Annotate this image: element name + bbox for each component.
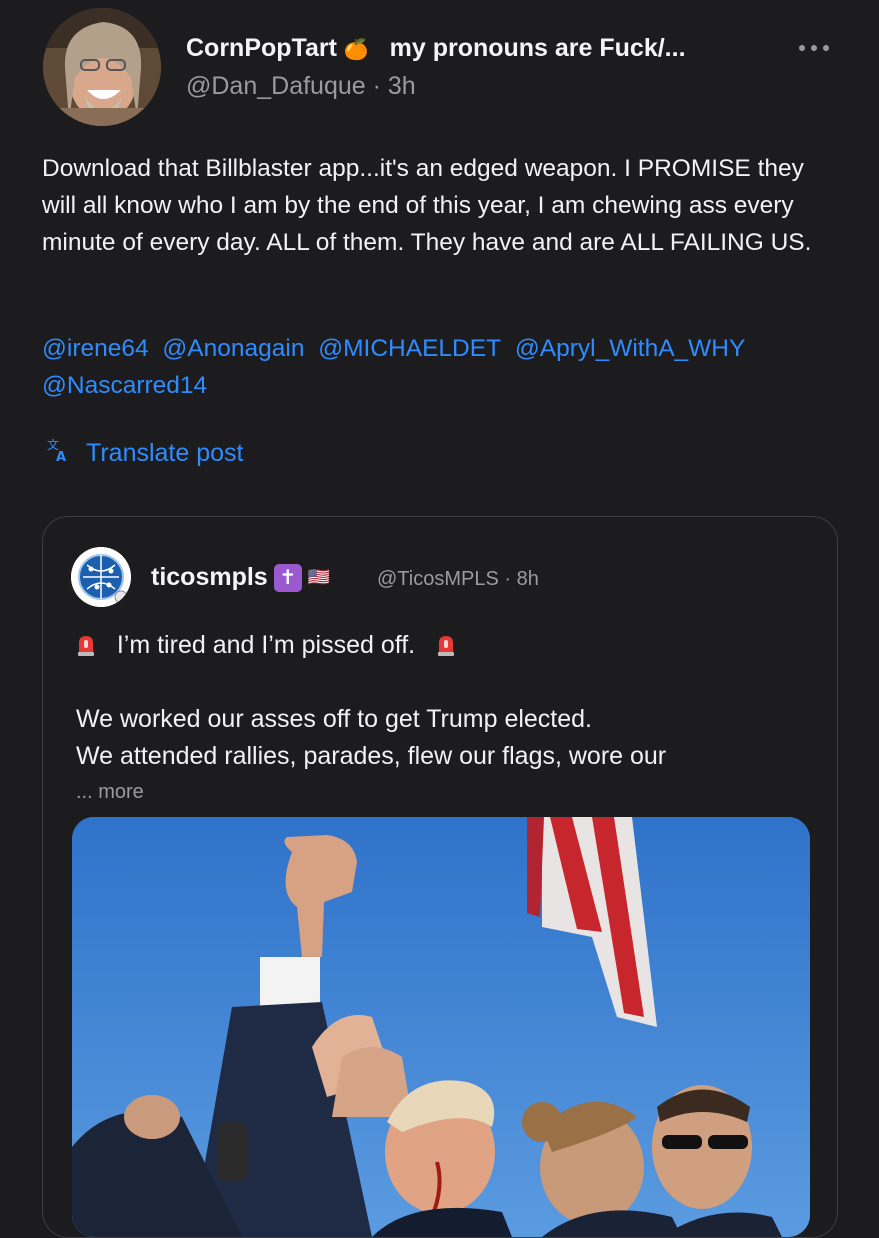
verified-badge-icon: ✝ [273, 563, 302, 592]
quoted-post-photo[interactable] [72, 817, 810, 1237]
mention-list: @irene64 @Anonagain @MICHAELDET @Apryl_W… [42, 330, 832, 404]
mention-link[interactable]: @Nascarred14 [42, 372, 207, 399]
quoted-author-handle-line: @TicosMPLS · 8h [377, 568, 539, 591]
mention-link[interactable]: @irene64 [42, 335, 149, 362]
quoted-post-body: I’m tired and I’m pissed off. We worked … [76, 627, 806, 775]
svg-text:A: A [56, 450, 66, 463]
quoted-line-1: I’m tired and I’m pissed off. [76, 627, 806, 664]
show-more-link[interactable]: ... more [76, 781, 144, 804]
quoted-post-time: · 8h [504, 568, 539, 590]
quoted-author-handle[interactable]: @TicosMPLS [377, 568, 499, 590]
quoted-author-avatar[interactable] [71, 547, 131, 607]
siren-icon [436, 630, 456, 656]
orange-emoji: 🍊 [343, 39, 369, 61]
translate-label: Translate post [86, 439, 244, 467]
author-display-name[interactable]: CornPopTart 🍊 my pronouns are Fuck/... [186, 34, 686, 63]
author-avatar[interactable] [43, 8, 161, 126]
author-handle-line: @Dan_Dafuque · 3h [186, 72, 416, 101]
mention-link[interactable]: @Anonagain [162, 335, 304, 362]
post-body: Download that Billblaster app...it's an … [42, 155, 812, 256]
mention-link[interactable]: @Apryl_WithA_WHY [515, 335, 745, 362]
post-time: · 3h [372, 72, 416, 100]
translate-post-button[interactable]: 文 A Translate post [46, 437, 243, 470]
mention-link[interactable]: @MICHAELDET [318, 335, 501, 362]
quoted-text-line-1: I’m tired and I’m pissed off. [116, 631, 416, 659]
more-options-icon[interactable] [794, 36, 834, 60]
quoted-author-name-row[interactable]: ticosmpls ✝ 🇺🇸 [151, 563, 330, 592]
us-flag-icon: 🇺🇸 [307, 567, 331, 587]
quoted-author-name: ticosmpls [151, 563, 268, 591]
author-handle[interactable]: @Dan_Dafuque [186, 72, 366, 100]
quoted-text-line-3: We attended rallies, parades, flew our f… [76, 742, 667, 770]
author-pronouns: my pronouns are Fuck/... [389, 34, 686, 62]
translate-icon: 文 A [46, 437, 72, 470]
siren-icon [76, 630, 96, 656]
quoted-text-line-2: We worked our asses off to get Trump ele… [76, 705, 593, 733]
quoted-post-card[interactable]: ticosmpls ✝ 🇺🇸 @TicosMPLS · 8h I’m tired… [42, 516, 838, 1238]
author-name: CornPopTart [186, 34, 337, 62]
